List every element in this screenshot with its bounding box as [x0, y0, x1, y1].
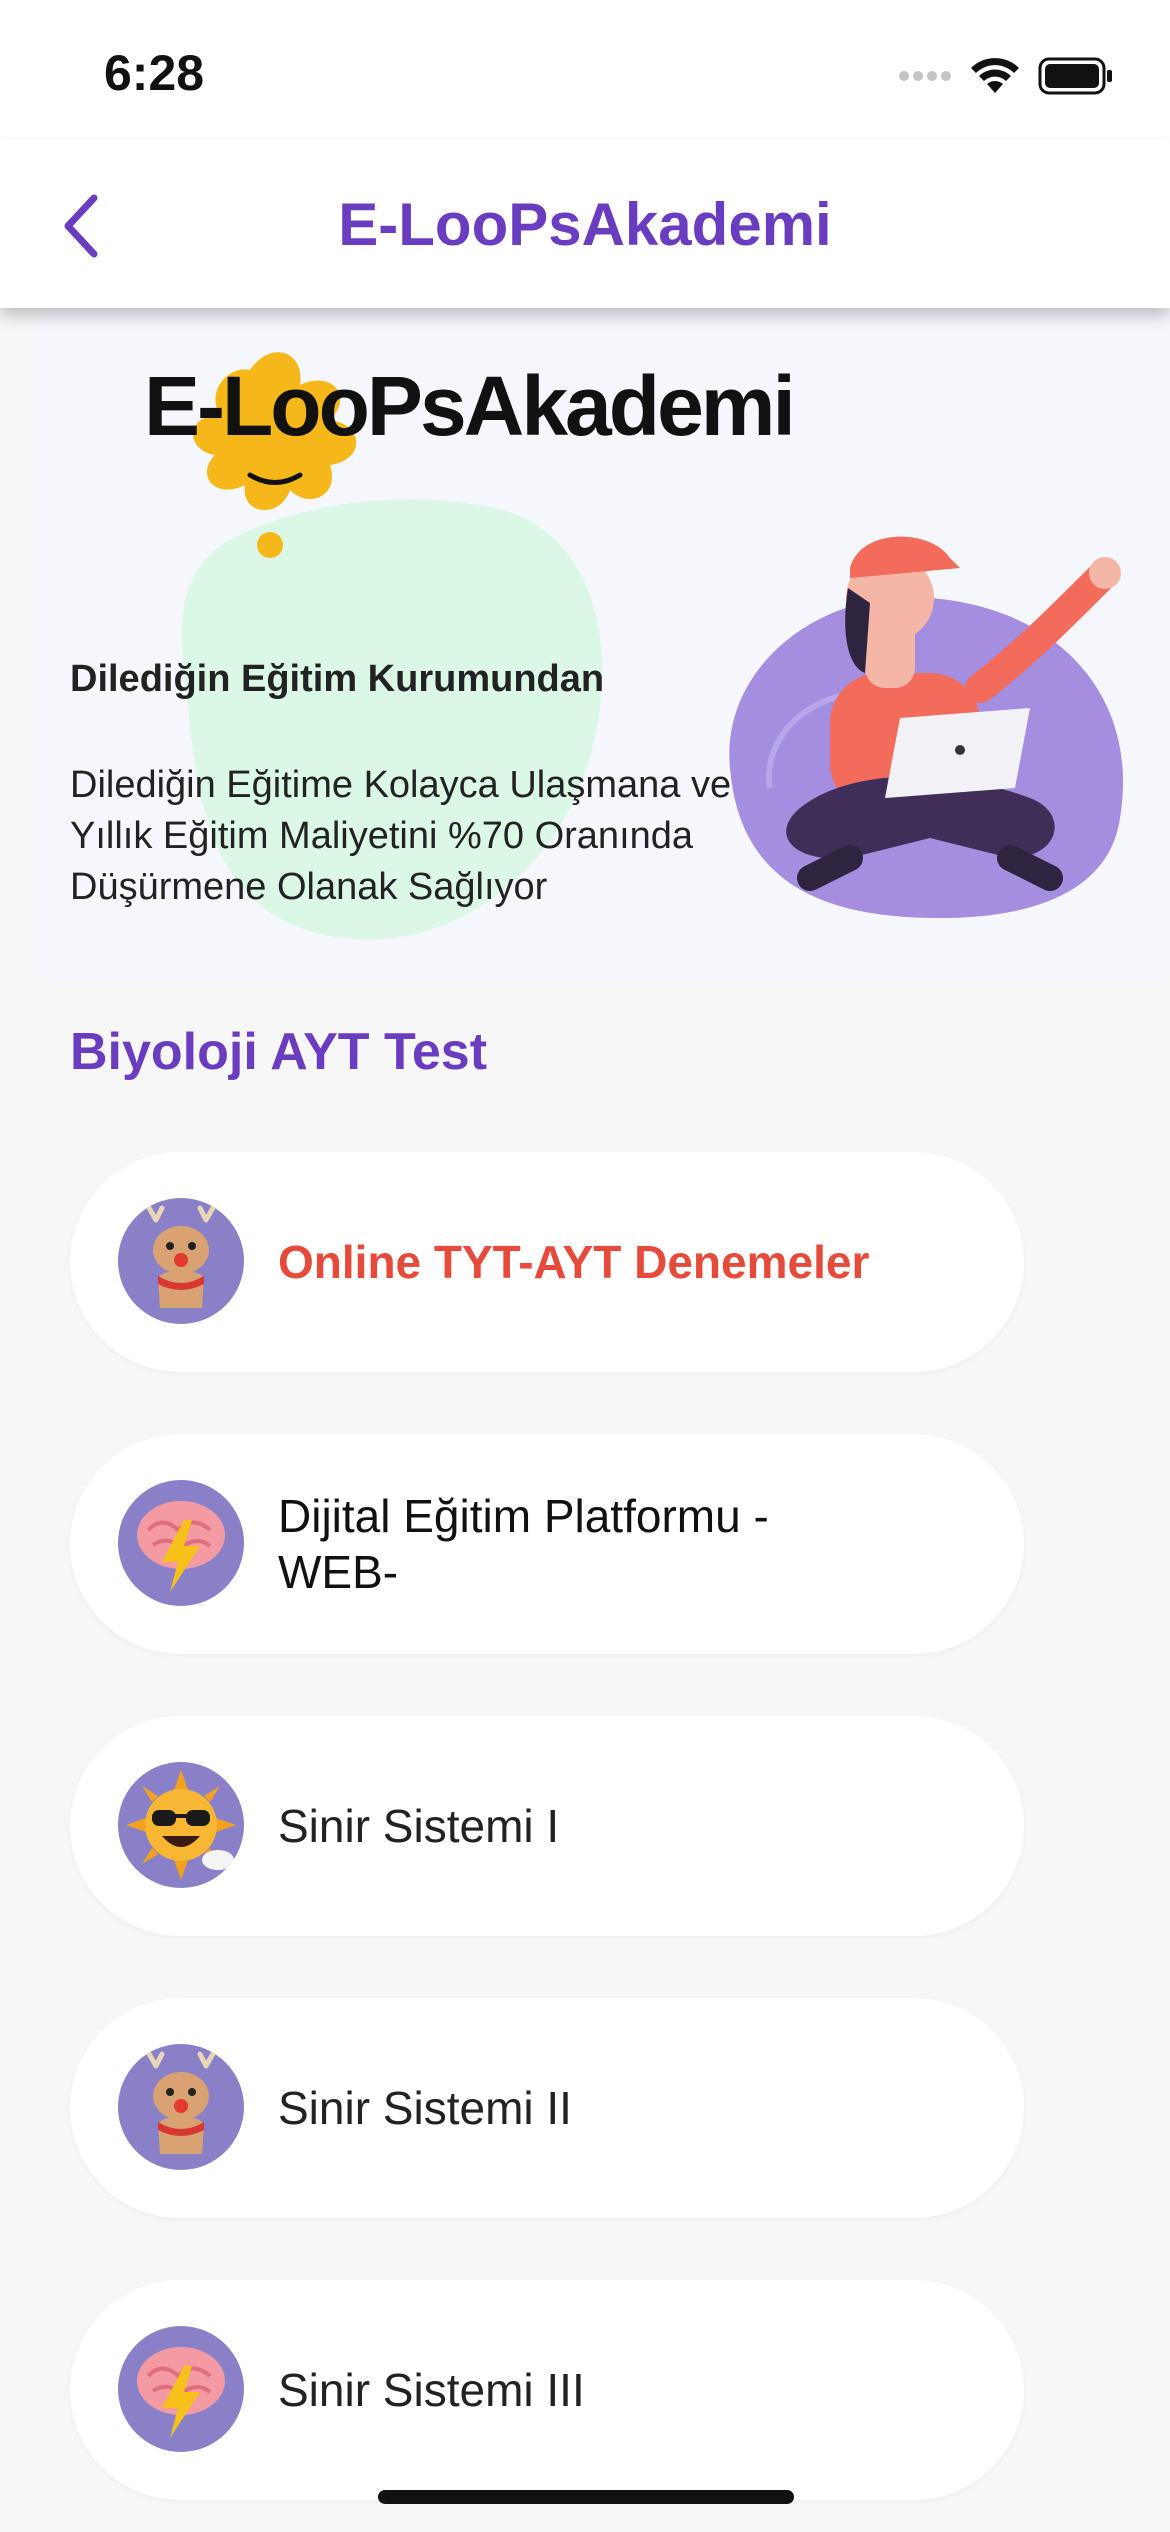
hero-description: Dilediğin Eğitime Kolayca Ulaşmana ve Yı…	[70, 764, 732, 908]
status-bar: 6:28	[0, 0, 1170, 140]
battery-icon	[1038, 57, 1112, 95]
item-label: Sinir Sistemi I	[278, 1800, 560, 1852]
list-item-sinir-sistemi-2[interactable]: Sinir Sistemi II	[70, 1998, 1024, 2218]
item-label: Sinir Sistemi II	[278, 2082, 572, 2134]
app-bar: E-LooPsAkademi	[0, 140, 1170, 308]
hero-banner: E-LooPsAkademi Dilediğin Eğitim Kurumund…	[40, 308, 1170, 980]
home-indicator[interactable]	[378, 2490, 794, 2504]
wifi-icon	[971, 58, 1019, 93]
reindeer-icon	[118, 2044, 244, 2170]
cellular-signal-icon	[899, 71, 951, 81]
brain-lightning-icon	[118, 1480, 244, 1606]
item-label: Online TYT-AYT Denemeler	[278, 1236, 870, 1288]
item-label: Sinir Sistemi III	[278, 2364, 585, 2416]
app-title: E-LooPsAkademi	[338, 191, 832, 258]
sun-sunglasses-icon	[118, 1762, 244, 1888]
list-item-dijital-egitim[interactable]: Dijital Eğitim Platformu -WEB-	[70, 1434, 1024, 1654]
section-title: Biyoloji AYT Test	[70, 1023, 488, 1081]
reindeer-icon	[118, 1198, 244, 1324]
logo-text: E-LooPsAkademi	[144, 359, 796, 453]
status-time: 6:28	[104, 45, 205, 101]
list-item-sinir-sistemi-3[interactable]: Sinir Sistemi III	[70, 2280, 1024, 2500]
status-icons	[898, 52, 1114, 100]
hero-title: Dilediğin Eğitim Kurumundan	[70, 658, 605, 700]
item-label: Dijital Eğitim Platformu -WEB-	[278, 1490, 769, 1598]
brain-lightning-icon	[118, 2326, 244, 2452]
list-item-online-denemeler[interactable]: Online TYT-AYT Denemeler	[70, 1152, 1024, 1372]
list-item-sinir-sistemi-1[interactable]: Sinir Sistemi I	[70, 1716, 1024, 1936]
